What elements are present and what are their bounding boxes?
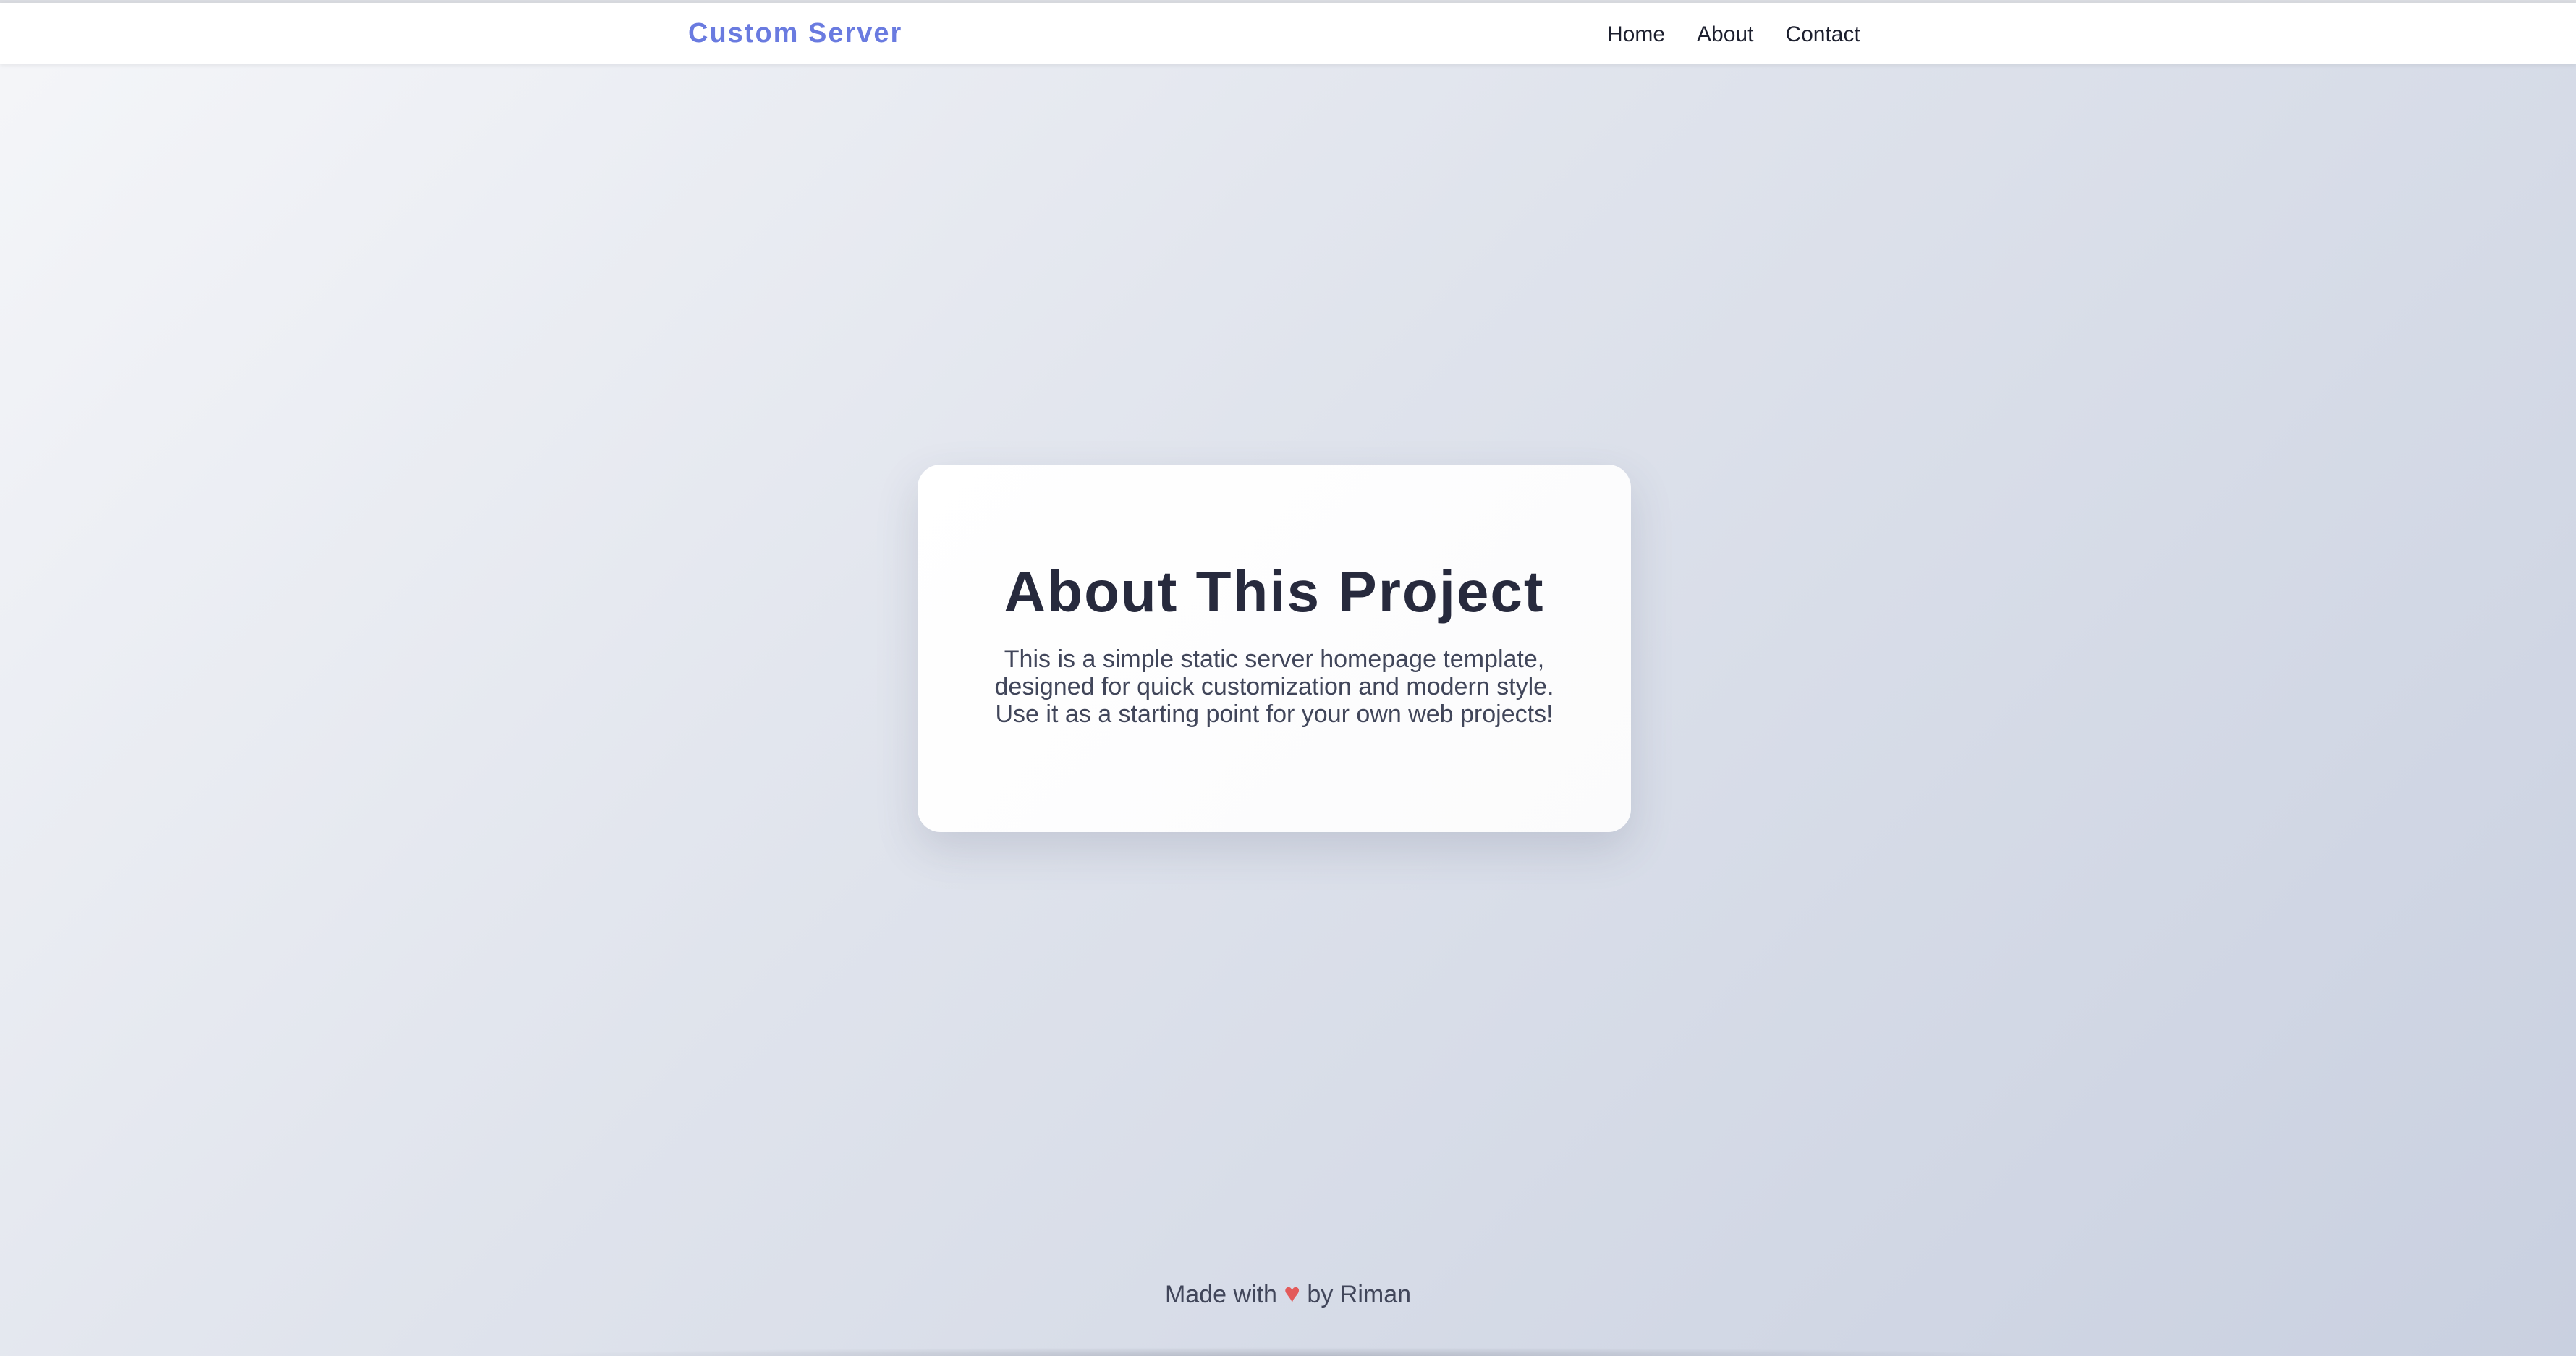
description-line: designed for quick customization and mod… bbox=[994, 673, 1554, 700]
nav-link-contact[interactable]: Contact bbox=[1785, 20, 1860, 49]
brand-logo[interactable]: Custom Server bbox=[688, 17, 902, 49]
footer-prefix: Made with bbox=[1164, 1281, 1277, 1308]
bottom-shadow bbox=[507, 1347, 2069, 1356]
description-line: This is a simple static server homepage … bbox=[1004, 645, 1545, 673]
heart-icon: ♥ bbox=[1284, 1279, 1300, 1309]
footer-suffix: by Riman bbox=[1307, 1281, 1412, 1308]
nav-links: Home About Contact bbox=[1607, 20, 1860, 49]
about-card: About This Project This is a simple stat… bbox=[918, 465, 1631, 832]
page-title: About This Project bbox=[1004, 559, 1545, 624]
footer: Made with ♥ by Riman bbox=[0, 1278, 2576, 1310]
description-line: Use it as a starting point for your own … bbox=[995, 700, 1554, 728]
navbar: Custom Server Home About Contact bbox=[0, 3, 2576, 64]
about-description: This is a simple static server homepage … bbox=[961, 645, 1588, 728]
nav-link-home[interactable]: Home bbox=[1607, 20, 1665, 49]
nav-link-about[interactable]: About bbox=[1697, 20, 1753, 49]
